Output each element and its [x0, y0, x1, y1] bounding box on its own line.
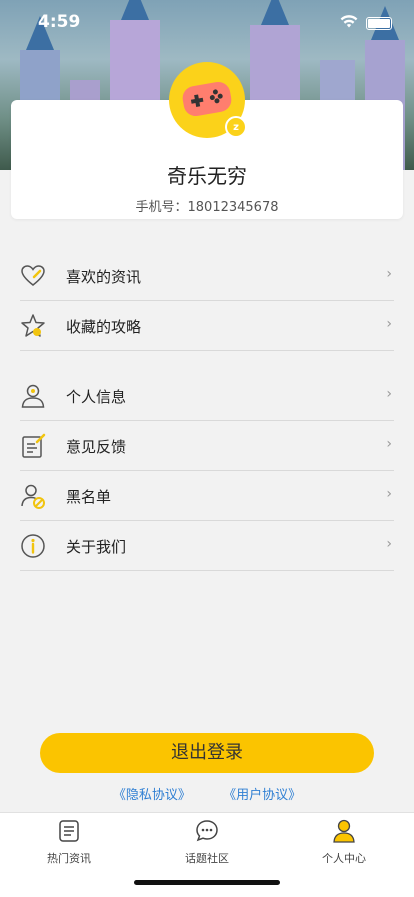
nickname: 奇乐无穷: [167, 164, 247, 188]
blacklist-icon: [21, 484, 45, 509]
feedback-icon: [22, 433, 46, 458]
avatar-badge: z: [225, 116, 247, 138]
chevron-right-icon: ›: [386, 536, 392, 552]
profile-icon: [333, 819, 355, 843]
menu-label: 喜欢的资讯: [66, 268, 142, 286]
phone-number: 手机号：18012345678: [135, 200, 279, 215]
menu-item-personal-info[interactable]: 个人信息 ›: [20, 371, 394, 421]
menu-item-feedback[interactable]: 意见反馈 ›: [20, 421, 394, 471]
info-icon: [21, 534, 45, 558]
wifi-icon: [340, 14, 358, 32]
logout-button[interactable]: 退出登录: [40, 733, 374, 773]
menu-label: 黑名单: [66, 488, 112, 506]
chevron-right-icon: ›: [386, 316, 392, 332]
menu-item-blacklist[interactable]: 黑名单 ›: [20, 471, 394, 521]
chevron-right-icon: ›: [386, 486, 392, 502]
menu-label: 个人信息: [66, 388, 127, 406]
user-icon: [21, 384, 45, 408]
status-time: 4:59: [38, 12, 81, 32]
news-icon: [59, 820, 79, 842]
menu-label: 意见反馈: [66, 438, 127, 456]
tab-label: 个人中心: [322, 852, 366, 865]
status-bar: 4:59: [0, 0, 414, 44]
chevron-right-icon: ›: [386, 436, 392, 452]
tab-topic-community[interactable]: 话题社区: [157, 819, 257, 866]
chat-icon: [196, 820, 218, 842]
menu-item-liked-news[interactable]: 喜欢的资讯 ›: [20, 251, 394, 301]
menu-item-about-us[interactable]: 关于我们 ›: [20, 521, 394, 571]
menu-label: 关于我们: [66, 538, 127, 556]
menu-label: 收藏的攻略: [66, 318, 142, 336]
tab-hot-news[interactable]: 热门资讯: [19, 819, 119, 866]
menu-item-saved-guides[interactable]: 收藏的攻略 ›: [20, 301, 394, 351]
agreement-links: 《隐私协议》 《用户协议》: [0, 784, 414, 803]
tab-label: 话题社区: [185, 852, 229, 865]
privacy-policy-link[interactable]: 《隐私协议》: [113, 788, 191, 803]
star-icon: [21, 314, 45, 337]
chevron-right-icon: ›: [386, 386, 392, 402]
gamepad-icon: [180, 80, 234, 118]
avatar[interactable]: z: [169, 62, 247, 138]
tab-label: 热门资讯: [47, 852, 91, 865]
heart-icon: [21, 265, 45, 286]
chevron-right-icon: ›: [386, 266, 392, 282]
tab-personal-center[interactable]: 个人中心: [294, 819, 394, 866]
user-agreement-link[interactable]: 《用户协议》: [223, 788, 301, 803]
home-indicator: [134, 880, 280, 885]
battery-icon: [366, 16, 392, 30]
